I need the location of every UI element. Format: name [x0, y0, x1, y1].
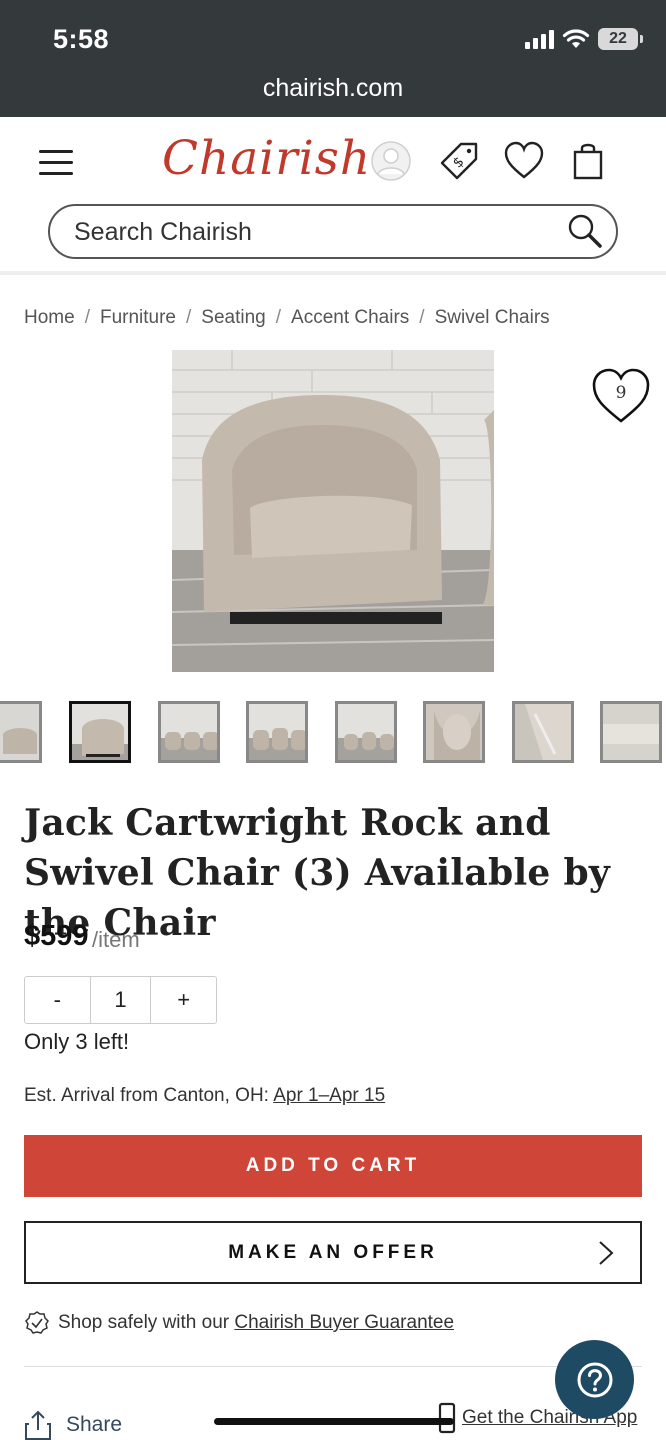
heart-icon[interactable] — [502, 139, 546, 183]
make-offer-label: MAKE AN OFFER — [228, 1241, 438, 1263]
signal-icon — [525, 29, 554, 49]
site-header: Chairish $ — [0, 117, 666, 275]
quantity-stepper: - 1 + — [24, 976, 217, 1024]
guarantee-text: Shop safely with our — [58, 1312, 235, 1333]
stock-note: Only 3 left! — [24, 1029, 130, 1054]
make-offer-button[interactable]: MAKE AN OFFER — [24, 1221, 642, 1284]
arrival-dates-link[interactable]: Apr 1–Apr 15 — [273, 1085, 385, 1106]
quantity-value[interactable]: 1 — [89, 977, 152, 1023]
url-bar[interactable]: chairish.com — [0, 74, 666, 103]
product-price: $599 — [24, 920, 89, 952]
favorite-count: 9 — [615, 383, 627, 403]
breadcrumb: Home / Furniture / Seating / Accent Chairs /… — [24, 307, 550, 329]
chair-photo — [172, 350, 494, 672]
logo[interactable]: Chairish — [162, 131, 371, 186]
wifi-icon — [562, 29, 590, 48]
share-button[interactable]: Share — [24, 1410, 122, 1440]
breadcrumb-accent-chairs[interactable]: Accent Chairs — [291, 307, 409, 329]
search-bar[interactable] — [48, 204, 618, 259]
product-main-image[interactable] — [172, 350, 494, 672]
divider — [24, 1366, 642, 1367]
battery-icon: 22 — [598, 28, 643, 50]
browser-chrome: 5:58 22 chairish.com — [0, 0, 666, 117]
arrival-label: Est. Arrival from Canton, OH: — [24, 1085, 274, 1106]
share-label: Share — [66, 1413, 123, 1436]
thumbnail-active[interactable] — [69, 701, 131, 763]
question-icon — [577, 1362, 612, 1397]
account-icon[interactable] — [369, 139, 413, 183]
thumbnail[interactable] — [423, 701, 485, 763]
status-icons: 22 — [525, 28, 643, 50]
thumbnail[interactable] — [246, 701, 308, 763]
check-badge-icon — [25, 1311, 49, 1334]
favorite-button[interactable]: 9 — [590, 366, 652, 426]
guarantee-link[interactable]: Chairish Buyer Guarantee — [234, 1312, 454, 1333]
arrival-estimate: Est. Arrival from Canton, OH: Apr 1–Apr … — [24, 1085, 385, 1107]
quantity-decrease-button[interactable]: - — [25, 977, 90, 1023]
add-to-cart-button[interactable]: ADD TO CART — [24, 1135, 642, 1197]
thumbnail[interactable] — [600, 701, 662, 763]
chevron-right-icon — [599, 1241, 614, 1265]
breadcrumb-home[interactable]: Home — [24, 307, 75, 329]
thumbnail-strip — [0, 701, 666, 763]
quantity-increase-button[interactable]: + — [151, 977, 216, 1023]
search-icon[interactable] — [566, 212, 604, 250]
price-unit: /item — [92, 927, 140, 952]
home-indicator — [214, 1418, 454, 1425]
status-time: 5:58 — [53, 24, 110, 54]
breadcrumb-seating[interactable]: Seating — [201, 307, 265, 329]
thumbnail[interactable] — [335, 701, 397, 763]
buyer-guarantee: Shop safely with our Chairish Buyer Guar… — [24, 1310, 454, 1336]
help-button[interactable] — [555, 1340, 634, 1419]
menu-icon[interactable] — [39, 150, 73, 176]
breadcrumb-furniture[interactable]: Furniture — [100, 307, 176, 329]
product-title: Jack Cartwright Rock and Swivel Chair (3… — [24, 802, 611, 944]
thumbnail[interactable] — [512, 701, 574, 763]
breadcrumb-swivel-chairs[interactable]: Swivel Chairs — [435, 307, 550, 329]
price-tag-icon[interactable]: $ — [437, 139, 481, 183]
shopping-bag-icon[interactable] — [566, 139, 610, 183]
thumbnail[interactable] — [158, 701, 220, 763]
thumbnail[interactable] — [0, 701, 42, 763]
share-icon — [25, 1410, 51, 1440]
search-input[interactable] — [74, 216, 554, 248]
